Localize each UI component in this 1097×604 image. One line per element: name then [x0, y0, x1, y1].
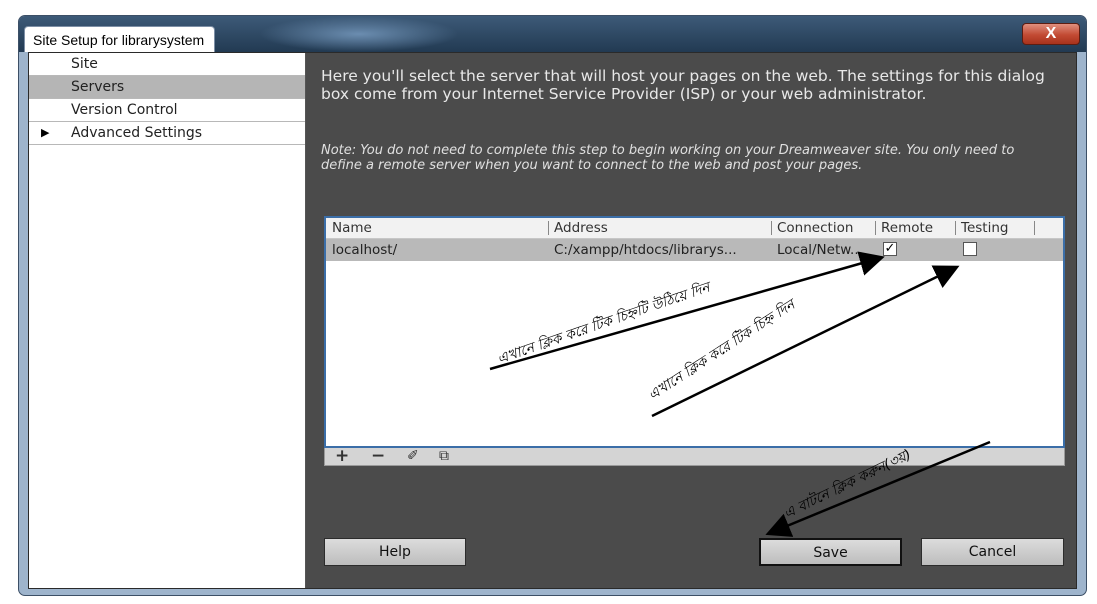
edit-server-icon[interactable]: ✐: [407, 447, 419, 465]
column-divider[interactable]: [955, 221, 956, 235]
column-header-address[interactable]: Address: [554, 218, 608, 238]
server-address-cell: C:/xampp/htdocs/librarys...: [554, 242, 737, 258]
sidebar-item-label: Advanced Settings: [71, 125, 203, 141]
sidebar-item-servers[interactable]: Servers: [29, 76, 305, 99]
column-divider[interactable]: [548, 221, 549, 235]
column-divider[interactable]: [875, 221, 876, 235]
intro-text: Here you'll select the server that will …: [321, 67, 1045, 103]
sidebar-item-label: Site: [71, 56, 98, 72]
column-header-name[interactable]: Name: [332, 218, 372, 238]
note-text: Note: You do not need to complete this s…: [321, 143, 1015, 173]
sidebar-item-version-control[interactable]: Version Control: [29, 99, 305, 122]
servers-table: Name Address Connection Remote Testing l…: [324, 216, 1065, 448]
column-divider[interactable]: [1034, 221, 1035, 235]
table-row[interactable]: localhost/ C:/xampp/htdocs/librarys... L…: [326, 239, 1063, 261]
window-title: Site Setup for librarysystem: [24, 26, 216, 52]
remove-server-icon[interactable]: −: [371, 447, 385, 465]
duplicate-server-icon[interactable]: ⧉: [439, 447, 449, 465]
title-bar: Site Setup for librarysystem X: [19, 16, 1086, 52]
sidebar-item-label: Servers: [71, 79, 125, 95]
cancel-button[interactable]: Cancel: [921, 538, 1064, 566]
server-connection-cell: Local/Netw...: [777, 242, 863, 258]
title-bar-glow: [259, 16, 459, 52]
sidebar-item-advanced-settings[interactable]: ▶ Advanced Settings: [29, 122, 305, 145]
server-list-toolbar: + − ✐ ⧉: [324, 447, 1065, 466]
triangle-right-icon[interactable]: ▶: [41, 122, 49, 144]
save-button[interactable]: Save: [759, 538, 902, 566]
close-button[interactable]: X: [1022, 23, 1080, 45]
column-header-connection[interactable]: Connection: [777, 218, 853, 238]
category-sidebar: Site Servers Version Control ▶ Advanced …: [29, 53, 306, 588]
dialog-client-area: Site Servers Version Control ▶ Advanced …: [28, 52, 1077, 589]
testing-checkbox[interactable]: [963, 242, 977, 256]
remote-checkbox[interactable]: ✓: [883, 242, 897, 256]
servers-panel: Here you'll select the server that will …: [306, 53, 1076, 588]
server-name-cell: localhost/: [332, 242, 398, 258]
column-divider[interactable]: [771, 221, 772, 235]
help-button[interactable]: Help: [324, 538, 466, 566]
sidebar-item-site[interactable]: Site: [29, 53, 305, 76]
add-server-icon[interactable]: +: [335, 447, 349, 465]
column-header-remote[interactable]: Remote: [881, 218, 933, 238]
sidebar-item-label: Version Control: [71, 102, 178, 118]
column-header-testing[interactable]: Testing: [961, 218, 1008, 238]
table-header: Name Address Connection Remote Testing: [326, 218, 1063, 239]
site-setup-dialog: Site Setup for librarysystem X Site Serv…: [18, 15, 1087, 596]
